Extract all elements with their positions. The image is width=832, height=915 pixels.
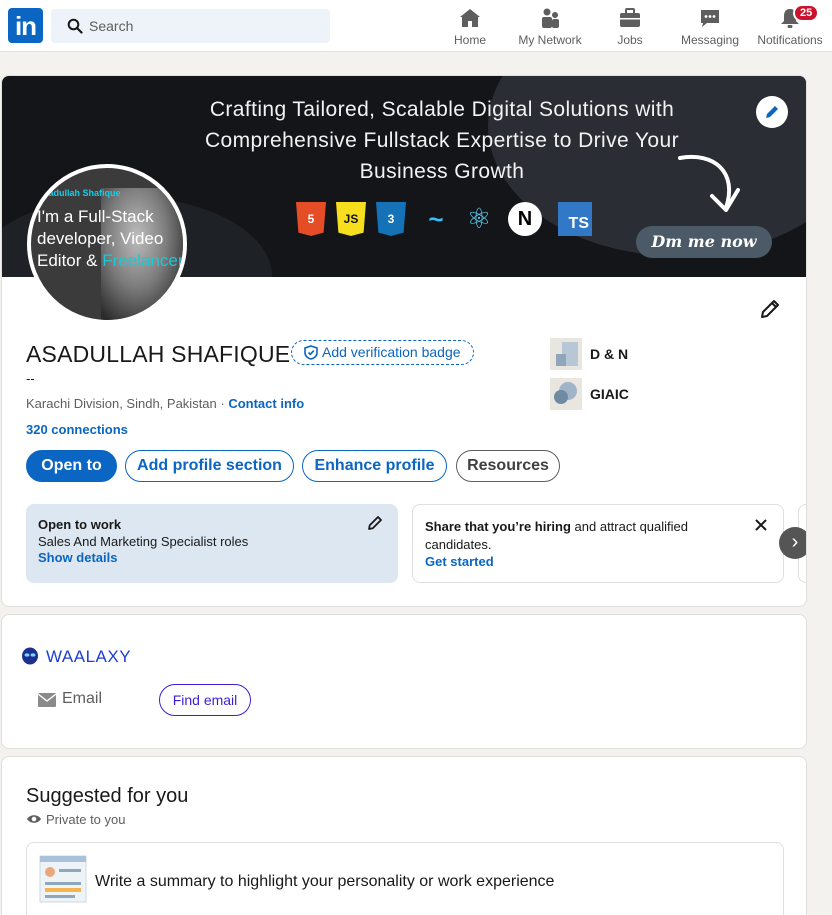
org-logo-icon	[550, 338, 582, 370]
typescript-icon: TS	[558, 202, 592, 236]
suggested-title: Suggested for you	[26, 785, 189, 807]
top-nav: in Home My Network Jobs Messaging 25 Not…	[0, 0, 832, 52]
nav-my-network-label: My Network	[518, 33, 582, 47]
search-icon	[67, 18, 83, 34]
enhance-profile-button[interactable]: Enhance profile	[302, 450, 447, 482]
org-name: GIAIC	[590, 386, 629, 402]
org-name: D & N	[590, 346, 629, 362]
nav-notifications[interactable]: 25 Notifications	[750, 4, 830, 50]
profile-avatar[interactable]: Asadullah Shafique I'm a Full-Stack deve…	[27, 164, 187, 324]
home-icon	[460, 9, 480, 27]
react-icon: ⚛	[466, 203, 492, 234]
network-icon	[542, 8, 559, 28]
suggestion-text: Write a summary to highlight your person…	[95, 873, 555, 890]
nextjs-icon: N	[508, 202, 542, 236]
nav-my-network[interactable]: My Network	[510, 6, 590, 50]
suggested-card: Suggested for you Private to you Write a…	[1, 756, 807, 915]
eye-icon	[27, 815, 41, 823]
nav-jobs-label: Jobs	[617, 33, 643, 47]
profile-headline: --	[26, 371, 35, 386]
avatar-overlay-text: I'm a Full-Stack developer, Video Editor…	[37, 206, 184, 272]
profile-location-row: Karachi Division, Sindh, Pakistan · Cont…	[26, 396, 304, 411]
arrow-icon	[678, 155, 740, 212]
open-to-work-card[interactable]: Open to work Sales And Marketing Special…	[26, 504, 398, 583]
org-logo-icon	[550, 378, 582, 410]
nav-jobs[interactable]: Jobs	[590, 6, 670, 50]
open-to-work-title: Open to work	[38, 517, 122, 532]
avatar-overlay-name: Asadullah Shafique	[37, 188, 121, 198]
waalaxy-title: WAALAXY	[46, 647, 132, 666]
shield-icon	[304, 345, 318, 360]
tailwind-icon: ~	[428, 204, 444, 234]
messaging-icon	[701, 10, 719, 27]
banner-cta-badge: Dm me now	[636, 226, 772, 258]
nav-home[interactable]: Home	[430, 6, 510, 50]
add-profile-section-button[interactable]: Add profile section	[125, 450, 294, 482]
add-verification-badge-button[interactable]: Add verification badge	[291, 340, 474, 365]
nav-notifications-label: Notifications	[757, 33, 823, 47]
private-to-you-label: Private to you	[46, 812, 126, 827]
edit-intro-pencil-icon[interactable]	[758, 297, 782, 321]
summary-illustration-icon	[39, 855, 87, 903]
html5-icon: 5	[296, 202, 326, 236]
hiring-bold: Share that you’re hiring	[425, 519, 571, 534]
separator: ·	[216, 396, 229, 411]
profile-location: Karachi Division, Sindh, Pakistan	[26, 396, 217, 411]
scrollbar-gutter	[816, 52, 832, 915]
edit-banner-button[interactable]	[756, 96, 788, 128]
notification-badge: 25	[793, 4, 820, 22]
profile-card: Crafting Tailored, Scalable Digital Solu…	[1, 75, 807, 607]
suggestion-item[interactable]: Write a summary to highlight your person…	[26, 842, 784, 915]
edit-open-to-work-pencil-icon[interactable]	[366, 514, 384, 532]
linkedin-logo[interactable]: in	[8, 8, 43, 43]
open-to-work-roles: Sales And Marketing Specialist roles	[38, 534, 249, 549]
get-started-link[interactable]: Get started	[425, 554, 771, 569]
contact-info-link[interactable]: Contact info	[228, 396, 304, 411]
alien-icon	[22, 647, 38, 665]
show-details-link[interactable]: Show details	[38, 550, 386, 565]
connections-link[interactable]: 320 connections	[26, 422, 128, 437]
search-input[interactable]	[89, 9, 319, 43]
nav-messaging[interactable]: Messaging	[670, 6, 750, 50]
nav-messaging-label: Messaging	[680, 33, 740, 47]
pencil-icon	[766, 106, 778, 118]
find-email-button[interactable]: Find email	[159, 684, 251, 716]
avatar-overlay-teal: Freelancer	[102, 251, 184, 270]
hiring-card[interactable]: Share that you’re hiring and attract qua…	[412, 504, 784, 583]
open-to-button[interactable]: Open to	[26, 450, 117, 482]
verification-label: Add verification badge	[322, 344, 461, 360]
briefcase-icon	[620, 8, 640, 27]
hiring-text: Share that you’re hiring and attract qua…	[425, 518, 725, 554]
close-icon[interactable]	[753, 517, 769, 533]
email-label: Email	[62, 690, 103, 707]
profile-name: ASADULLAH SHAFIQUE	[26, 341, 291, 367]
resources-button[interactable]: Resources	[456, 450, 560, 482]
css3-icon: 3	[376, 202, 406, 236]
waalaxy-card: WAALAXY Email Find email	[1, 614, 807, 749]
nav-home-label: Home	[453, 33, 486, 47]
javascript-icon: JS	[336, 202, 366, 236]
banner-headline: Crafting Tailored, Scalable Digital Solu…	[204, 98, 679, 183]
mail-icon	[38, 693, 56, 707]
search-bar[interactable]	[51, 9, 330, 43]
carousel-next-button[interactable]: ›	[779, 527, 806, 559]
